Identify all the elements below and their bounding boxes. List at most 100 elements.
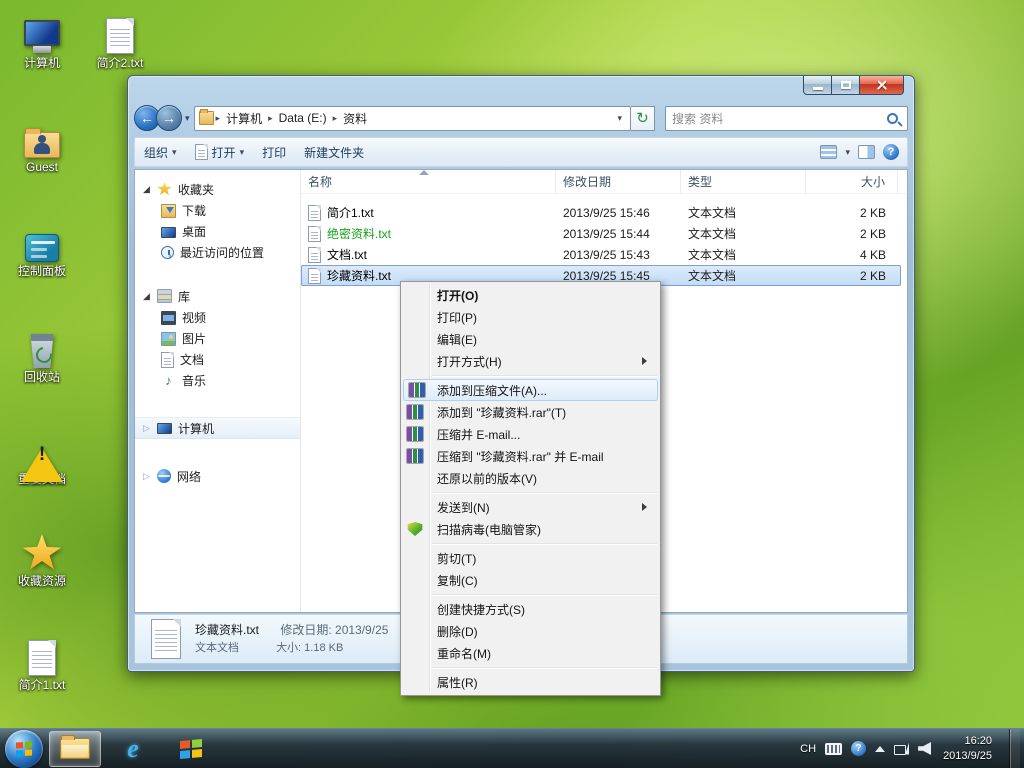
sidebar-label: 网络 bbox=[177, 469, 202, 484]
file-row[interactable]: 绝密资料.txt 2013/9/25 15:44 文本文档 2 KB bbox=[301, 223, 907, 244]
desktop-icon-intro2-txt[interactable]: 简介2.txt bbox=[84, 8, 156, 71]
breadcrumb-drive[interactable]: Data (E:) bbox=[273, 111, 333, 125]
menu-item-compress-email[interactable]: 压缩并 E-mail... bbox=[401, 423, 660, 445]
videos-icon bbox=[161, 310, 176, 325]
expand-arrow-icon[interactable]: ◢ bbox=[143, 291, 157, 302]
menu-item-edit[interactable]: 编辑(E) bbox=[401, 328, 660, 350]
music-icon: ♪ bbox=[165, 372, 172, 388]
show-hidden-icons-icon[interactable] bbox=[875, 745, 886, 752]
file-row[interactable]: 简介1.txt 2013/9/25 15:46 文本文档 2 KB bbox=[301, 202, 907, 223]
refresh-button[interactable]: ↻ bbox=[631, 105, 655, 131]
sidebar-label: 视频 bbox=[182, 311, 207, 325]
clock[interactable]: 16:20 2013/9/25 bbox=[943, 734, 992, 763]
sidebar-label: 库 bbox=[178, 289, 191, 304]
file-type: 文本文档 bbox=[688, 206, 737, 220]
sidebar-item-computer[interactable]: ▷ 计算机 bbox=[135, 417, 300, 439]
sidebar-item-desktop[interactable]: 桌面 bbox=[135, 221, 300, 242]
sidebar-item-recent-places[interactable]: 最近访问的位置 bbox=[135, 242, 300, 263]
menu-item-create-shortcut[interactable]: 创建快捷方式(S) bbox=[401, 598, 660, 620]
menu-item-scan-virus[interactable]: 扫描病毒(电脑管家) bbox=[401, 518, 660, 540]
sidebar-item-network[interactable]: ▷ 网络 bbox=[135, 465, 300, 487]
network-tray-icon[interactable] bbox=[894, 743, 909, 755]
menu-item-print[interactable]: 打印(P) bbox=[401, 306, 660, 328]
column-header-name[interactable]: 名称 bbox=[301, 170, 556, 193]
close-button[interactable] bbox=[860, 76, 904, 95]
menu-label: 打开方式(H) bbox=[437, 354, 502, 369]
menu-item-restore-versions[interactable]: 还原以前的版本(V) bbox=[401, 467, 660, 489]
sidebar-item-pictures[interactable]: 图片 bbox=[135, 328, 300, 349]
desktop-icon-label: 计算机 bbox=[23, 56, 60, 70]
menu-item-compress-rar-email[interactable]: 压缩到 "珍藏资料.rar" 并 E-mail bbox=[401, 445, 660, 467]
show-desktop-button[interactable] bbox=[1009, 728, 1020, 768]
system-tray: CH ? 16:20 2013/9/25 bbox=[800, 728, 1024, 768]
sidebar-item-downloads[interactable]: 下载 bbox=[135, 200, 300, 221]
start-button[interactable] bbox=[5, 729, 43, 768]
sidebar-item-documents[interactable]: 文档 bbox=[135, 349, 300, 370]
print-button[interactable]: 打印 bbox=[253, 140, 295, 164]
menu-item-copy[interactable]: 复制(C) bbox=[401, 569, 660, 591]
maximize-button[interactable] bbox=[832, 76, 860, 95]
expand-arrow-icon[interactable]: ▷ bbox=[143, 471, 157, 482]
menu-item-send-to[interactable]: 发送到(N) bbox=[401, 496, 660, 518]
breadcrumb-computer[interactable]: 计算机 bbox=[220, 110, 268, 127]
menu-item-properties[interactable]: 属性(R) bbox=[401, 671, 660, 693]
keyboard-icon[interactable] bbox=[825, 742, 843, 755]
column-header-size[interactable]: 大小 bbox=[806, 170, 898, 193]
windows-app-icon bbox=[180, 738, 202, 759]
change-view-icon[interactable] bbox=[820, 145, 838, 159]
user-folder-icon bbox=[24, 128, 60, 158]
downloads-icon bbox=[161, 203, 176, 218]
menu-item-open-with[interactable]: 打开方式(H) bbox=[401, 350, 660, 372]
sidebar-item-libraries[interactable]: ◢ 库 bbox=[135, 285, 300, 307]
preview-pane-icon[interactable] bbox=[858, 145, 875, 159]
sidebar-item-music[interactable]: ♪ 音乐 bbox=[135, 370, 300, 391]
menu-label: 扫描病毒(电脑管家) bbox=[437, 522, 541, 537]
menu-item-add-to-rar[interactable]: 添加到 "珍藏资料.rar"(T) bbox=[401, 401, 660, 423]
open-button[interactable]: 打开 ▾ bbox=[186, 140, 254, 164]
address-bar[interactable]: ▸ 计算机 ▸ Data (E:) ▸ 资料 ▾ bbox=[193, 105, 631, 131]
menu-item-add-to-archive[interactable]: 添加到压缩文件(A)... bbox=[403, 379, 658, 401]
desktop-icon-recycle-bin[interactable]: 回收站 bbox=[6, 322, 78, 385]
search-box[interactable]: 搜索 资料 bbox=[665, 105, 908, 131]
desktop-icon-favorite-resources[interactable]: 收藏资源 bbox=[6, 526, 78, 589]
winrar-icon bbox=[407, 449, 423, 463]
taskbar-explorer-button[interactable] bbox=[49, 730, 101, 767]
address-dropdown-icon[interactable]: ▾ bbox=[613, 113, 626, 124]
expand-arrow-icon[interactable]: ◢ bbox=[143, 184, 157, 195]
tray-time: 16:20 bbox=[964, 735, 992, 748]
minimize-button[interactable] bbox=[803, 76, 832, 95]
sidebar-item-videos[interactable]: 视频 bbox=[135, 307, 300, 328]
breadcrumb-folder[interactable]: 资料 bbox=[337, 110, 373, 127]
new-folder-button[interactable]: 新建文件夹 bbox=[295, 140, 373, 164]
file-row[interactable]: 文档.txt 2013/9/25 15:43 文本文档 4 KB bbox=[301, 244, 907, 265]
volume-icon[interactable] bbox=[918, 742, 932, 755]
recent-places-icon bbox=[161, 246, 174, 259]
menu-item-open[interactable]: 打开(O) bbox=[401, 284, 660, 306]
taskbar-windows-app-button[interactable] bbox=[165, 731, 217, 767]
input-language-indicator[interactable]: CH bbox=[800, 743, 816, 755]
submenu-arrow-icon bbox=[642, 357, 651, 365]
desktop-icon-computer[interactable]: 计算机 bbox=[6, 8, 78, 71]
ime-help-icon[interactable]: ? bbox=[851, 741, 867, 756]
desktop-icon-guest[interactable]: Guest bbox=[6, 112, 78, 175]
documents-icon bbox=[161, 351, 174, 368]
column-label: 修改日期 bbox=[563, 175, 612, 189]
menu-item-delete[interactable]: 删除(D) bbox=[401, 620, 660, 642]
expand-arrow-icon[interactable]: ▷ bbox=[143, 423, 157, 434]
desktop-icon-control-panel[interactable]: 控制面板 bbox=[6, 216, 78, 279]
sidebar-item-favorites[interactable]: ◢ 收藏夹 bbox=[135, 178, 300, 200]
desktop-icon-intro1-txt[interactable]: 简介1.txt bbox=[6, 630, 78, 693]
taskbar-ie-button[interactable]: e bbox=[107, 731, 159, 767]
help-icon[interactable]: ? bbox=[883, 144, 899, 160]
chevron-down-icon[interactable]: ▾ bbox=[845, 147, 850, 158]
history-dropdown-icon[interactable]: ▾ bbox=[185, 113, 190, 124]
menu-label: 打开(O) bbox=[437, 288, 479, 303]
column-header-date[interactable]: 修改日期 bbox=[556, 170, 681, 193]
menu-item-rename[interactable]: 重命名(M) bbox=[401, 642, 660, 664]
organize-button[interactable]: 组织 ▾ bbox=[135, 140, 186, 164]
caption-buttons bbox=[803, 76, 904, 95]
desktop-icon-important-docs[interactable]: ! 重要文档 bbox=[6, 424, 78, 487]
menu-item-cut[interactable]: 剪切(T) bbox=[401, 547, 660, 569]
column-header-type[interactable]: 类型 bbox=[681, 170, 806, 193]
forward-button[interactable]: → bbox=[156, 105, 182, 131]
